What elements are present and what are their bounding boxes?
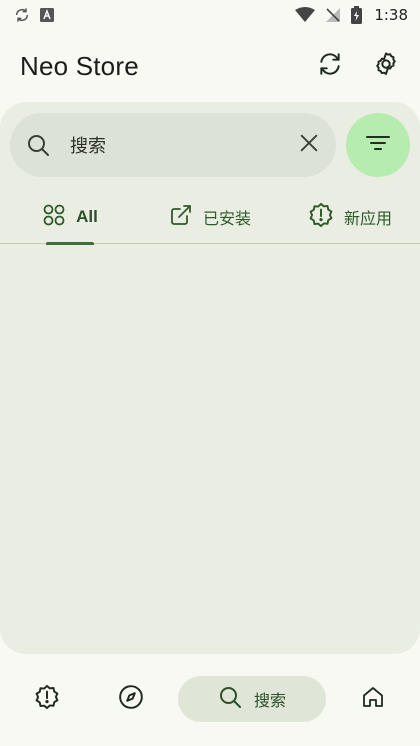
header-actions — [312, 48, 404, 84]
battery-icon — [351, 6, 363, 24]
bottom-navigation: 搜索 — [0, 668, 420, 730]
nav-home[interactable] — [356, 682, 390, 716]
home-icon — [361, 685, 385, 713]
status-right: 1:38 — [295, 6, 408, 24]
font-a-icon — [40, 8, 54, 22]
settings-button[interactable] — [368, 48, 404, 84]
search-icon — [26, 133, 50, 157]
status-bar: 1:38 — [0, 0, 420, 30]
nav-explore[interactable] — [114, 682, 148, 716]
app-header: Neo Store — [0, 42, 420, 90]
sync-button[interactable] — [312, 48, 348, 84]
tab-new[interactable]: 新应用 — [280, 190, 420, 244]
filter-icon — [366, 134, 390, 156]
signal-off-icon — [325, 7, 341, 23]
tab-installed-label: 已安装 — [202, 208, 251, 228]
nav-search-label: 搜索 — [253, 691, 286, 710]
tab-new-label: 新应用 — [343, 208, 392, 228]
sync-icon — [14, 7, 30, 23]
search-row — [10, 112, 410, 178]
alert-badge-icon — [34, 684, 60, 714]
new-badge-icon — [308, 202, 334, 232]
search-input[interactable] — [70, 134, 295, 156]
open-external-icon — [169, 203, 193, 231]
status-left — [14, 7, 54, 23]
wifi-icon — [295, 7, 316, 23]
tab-indicator — [46, 241, 94, 245]
main-panel: All 已安装 新应用 — [0, 102, 420, 654]
sync-icon — [317, 51, 343, 81]
close-icon — [298, 132, 320, 158]
compass-icon — [118, 684, 144, 714]
tab-all-label: All — [76, 206, 98, 226]
app-title: Neo Store — [20, 50, 139, 81]
nav-updates[interactable] — [30, 682, 64, 716]
clear-search-button[interactable] — [295, 131, 322, 159]
search-icon — [218, 685, 242, 713]
status-time: 1:38 — [374, 6, 408, 24]
nav-search[interactable]: 搜索 — [178, 676, 326, 722]
search-field[interactable] — [10, 113, 336, 177]
settings-gear-icon — [373, 51, 399, 81]
tab-installed[interactable]: 已安装 — [140, 190, 280, 244]
tab-all[interactable]: All — [0, 190, 140, 245]
filter-button[interactable] — [346, 113, 410, 177]
tab-bar: All 已安装 新应用 — [0, 190, 420, 245]
grid-icon — [42, 203, 66, 231]
